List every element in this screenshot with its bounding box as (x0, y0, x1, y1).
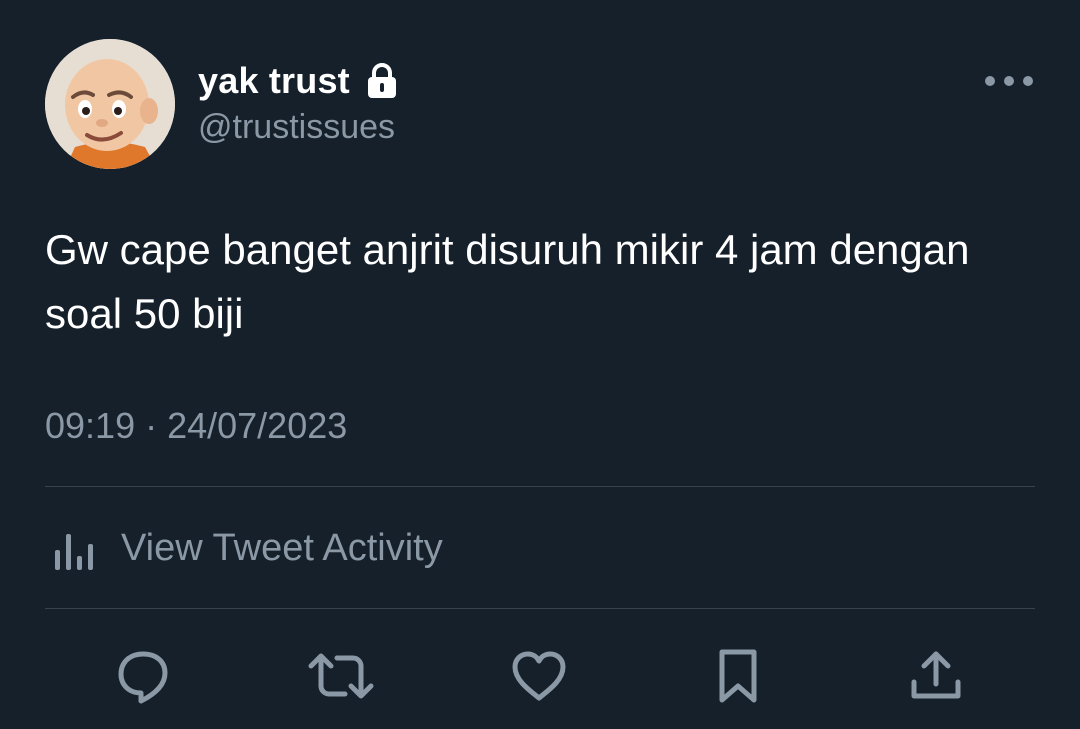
reply-icon (118, 651, 168, 704)
retweet-button[interactable] (305, 640, 377, 712)
heart-icon (512, 651, 566, 701)
like-button[interactable] (503, 640, 575, 712)
divider (45, 486, 1035, 487)
more-options-button[interactable] (980, 66, 1040, 96)
view-tweet-activity-link[interactable]: View Tweet Activity (45, 520, 443, 576)
analytics-bars-icon (55, 534, 93, 570)
tweet-timestamp[interactable]: 09:19 · 24/07/2023 (45, 400, 347, 452)
more-horizontal-icon (985, 76, 1033, 86)
author-handle[interactable]: @trustissues (198, 108, 395, 147)
share-icon (911, 651, 961, 699)
reply-button[interactable] (107, 640, 179, 712)
view-tweet-activity-label: View Tweet Activity (121, 526, 443, 569)
cartoon-avatar-image (45, 39, 175, 169)
tweet-text: Gw cape banget anjrit disuruh mikir 4 ja… (45, 226, 970, 337)
author-name-row[interactable]: yak trust (198, 58, 398, 104)
bookmark-icon (719, 649, 757, 703)
retweet-icon (308, 653, 374, 699)
tweet-detail: yak trust @trustissues Gw cape banget an… (0, 0, 1080, 729)
author-display-name[interactable]: yak trust (198, 60, 350, 102)
share-button[interactable] (900, 640, 972, 712)
avatar[interactable] (45, 39, 175, 169)
bookmark-button[interactable] (702, 640, 774, 712)
divider (45, 608, 1035, 609)
lock-icon (366, 63, 398, 99)
